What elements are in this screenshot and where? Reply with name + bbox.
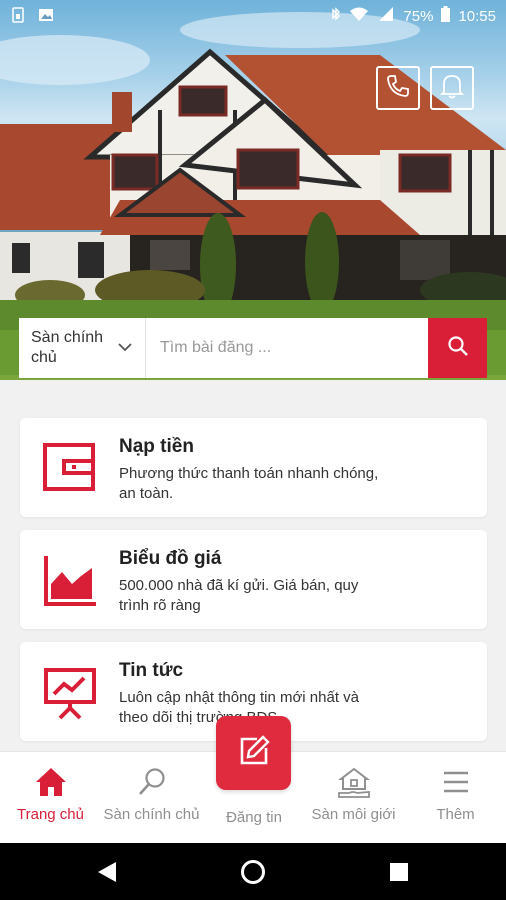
area-chart-icon	[42, 552, 98, 608]
presentation-icon	[42, 664, 98, 720]
nav-item-more[interactable]: Thêm	[405, 752, 506, 844]
card-price-chart[interactable]: Biểu đồ giá 500.000 nhà đã kí gửi. Giá b…	[20, 530, 487, 629]
search-input[interactable]	[146, 318, 428, 378]
hero-banner: 75% 10:55 Sàn chính chủ	[0, 0, 506, 395]
search-icon	[447, 335, 469, 362]
bell-icon	[439, 72, 465, 105]
battery-text: 75%	[403, 7, 434, 25]
card-title: Nạp tiền	[119, 436, 194, 457]
house-hand-icon	[337, 765, 371, 799]
screen: 75% 10:55 Sàn chính chủ Tìm bài đăng ...…	[0, 0, 506, 900]
nav-label: Sàn môi giới	[311, 806, 396, 823]
nav-label: Sàn chính chủ	[103, 806, 200, 823]
card-top-up[interactable]: Nạp tiền Phương thức thanh toán nhanh ch…	[20, 418, 487, 517]
wallet-icon	[42, 440, 98, 496]
card-title: Tin tức	[119, 660, 184, 681]
card-description: 500.000 nhà đã kí gửi. Giá bán, quy trìn…	[119, 577, 359, 614]
battery-icon	[441, 6, 451, 26]
sim-icon	[12, 7, 24, 27]
nav-item-owner-listings[interactable]: Sàn chính chủ	[101, 752, 202, 844]
card-description: Phương thức thanh toán nhanh chóng, an t…	[119, 465, 379, 502]
search-bar: Sàn chính chủ	[19, 318, 487, 378]
post-listing-label: Đăng tin	[226, 809, 282, 826]
phone-icon	[385, 73, 411, 104]
image-icon	[38, 7, 54, 27]
signal-icon	[377, 6, 395, 26]
recents-icon[interactable]	[389, 862, 409, 887]
category-select[interactable]: Sàn chính chủ	[19, 318, 146, 378]
category-label: Sàn chính chủ	[31, 329, 104, 366]
back-icon[interactable]	[96, 860, 118, 889]
chevron-down-icon	[117, 338, 133, 358]
search-icon	[135, 765, 169, 799]
notification-button[interactable]	[430, 66, 474, 110]
wifi-icon	[349, 6, 369, 26]
menu-icon	[439, 765, 473, 799]
home-circle-icon[interactable]	[240, 859, 266, 890]
card-title: Biểu đồ giá	[119, 548, 222, 569]
nav-label: Thêm	[436, 806, 475, 823]
search-button[interactable]	[428, 318, 487, 378]
nav-item-home[interactable]: Trang chủ	[0, 752, 101, 844]
nav-item-broker-listings[interactable]: Sàn môi giới	[303, 752, 404, 844]
phone-button[interactable]	[376, 66, 420, 110]
system-navigation-bar	[0, 843, 506, 900]
nav-label: Trang chủ	[17, 806, 84, 823]
home-icon	[34, 765, 68, 799]
post-listing-button[interactable]	[216, 716, 291, 790]
status-bar: 75% 10:55	[0, 0, 506, 32]
edit-icon	[237, 734, 271, 773]
clock: 10:55	[458, 7, 496, 25]
bluetooth-icon	[331, 6, 341, 26]
